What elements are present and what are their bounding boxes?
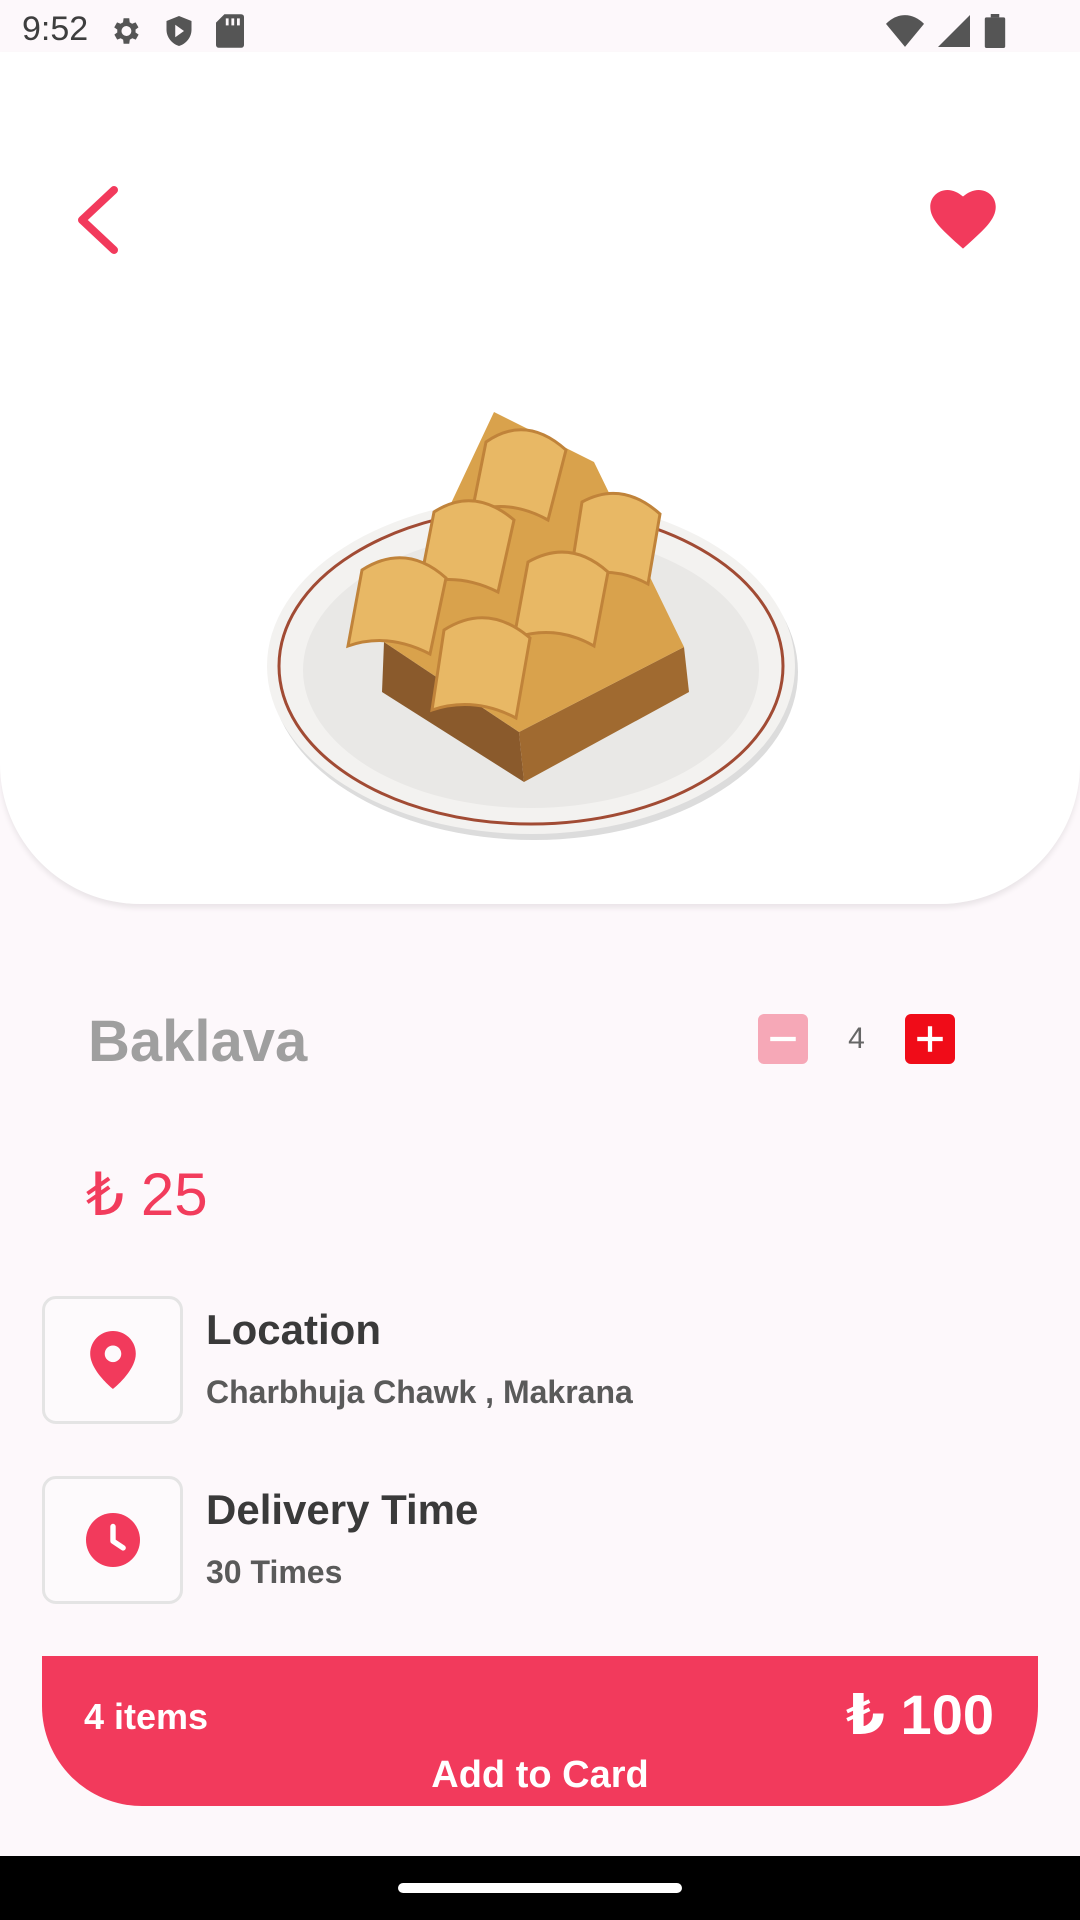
product-hero-card	[0, 52, 1080, 904]
battery-icon	[984, 14, 1006, 48]
location-icon-box	[42, 1296, 183, 1424]
wifi-icon	[886, 15, 924, 47]
decrease-quantity-button[interactable]	[758, 1014, 808, 1064]
status-left-icons	[108, 14, 244, 48]
baklava-plate-image	[267, 412, 798, 840]
signal-icon	[938, 15, 970, 47]
delivery-time-row: Delivery Time 30 Times	[42, 1476, 942, 1606]
add-to-cart-button[interactable]: 4 items ₺ 100 Add to Card	[42, 1656, 1038, 1806]
home-gesture-handle[interactable]	[398, 1883, 682, 1893]
quantity-value: 4	[848, 1022, 865, 1055]
sd-card-icon	[216, 14, 244, 48]
delivery-time-value: 30 Times	[206, 1554, 343, 1590]
product-title: Baklava	[88, 1009, 308, 1074]
location-value: Charbhuja Chawk , Makrana	[206, 1374, 633, 1410]
back-button[interactable]	[70, 180, 130, 260]
favorite-button[interactable]	[930, 190, 996, 250]
system-navigation-bar	[0, 1856, 1080, 1920]
cart-item-count: 4 items	[84, 1696, 209, 1737]
clock-icon	[85, 1513, 140, 1567]
delivery-time-icon-box	[42, 1476, 183, 1604]
delivery-time-title: Delivery Time	[206, 1486, 479, 1533]
product-price: ₺ 25	[86, 1161, 208, 1228]
minus-icon	[770, 1036, 796, 1042]
settings-icon	[114, 18, 139, 44]
plus-icon	[917, 1026, 943, 1052]
add-to-cart-label: Add to Card	[431, 1754, 649, 1796]
status-right-icons	[886, 14, 1006, 48]
chevron-left-icon	[78, 186, 118, 254]
shield-icon	[166, 16, 192, 46]
quantity-stepper: 4	[758, 1014, 955, 1064]
location-row: Location Charbhuja Chawk , Makrana	[42, 1296, 942, 1426]
increase-quantity-button[interactable]	[905, 1014, 955, 1064]
status-time: 9:52	[22, 10, 89, 48]
status-bar: 9:52	[0, 0, 1080, 60]
location-title: Location	[206, 1306, 381, 1353]
heart-icon	[930, 190, 996, 249]
location-pin-icon	[89, 1331, 136, 1389]
cart-total-price: ₺ 100	[846, 1683, 994, 1746]
